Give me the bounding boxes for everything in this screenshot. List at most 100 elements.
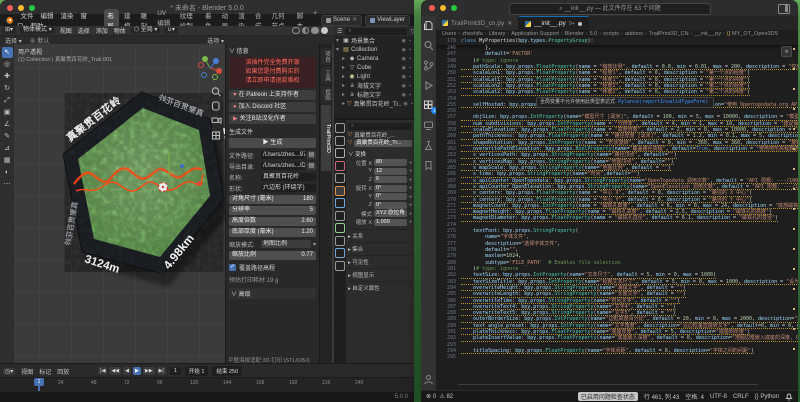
source-control-icon[interactable]: [423, 60, 434, 71]
breadcrumb-item[interactable]: scripts: [603, 31, 619, 37]
folder-icon[interactable]: ▤: [307, 151, 316, 159]
run-debug-icon[interactable]: [423, 80, 434, 91]
breadcrumb-item[interactable]: zheshifu: [462, 31, 483, 37]
tool-icon[interactable]: ↖: [2, 47, 13, 58]
problems-summary[interactable]: ⊗ 0 ⚠ 82: [426, 393, 453, 400]
viewport-menu-物体[interactable]: 物体: [114, 29, 126, 35]
editor-tab[interactable]: __init__.py9+: [519, 16, 589, 30]
timeline-menu-回放[interactable]: 回放: [57, 370, 69, 376]
transform-row[interactable]: Z0°●: [348, 201, 412, 210]
tool-icon[interactable]: ∠: [2, 119, 13, 130]
outliner-row[interactable]: ▸▽真聚贯百花岭_Tr..◉ ▪: [334, 99, 414, 108]
overwrite-elevation-checkbox[interactable]: ✓ 覆盖路径高程: [229, 263, 316, 272]
tool-icon[interactable]: ▦: [2, 155, 13, 166]
menu-文件[interactable]: 文件: [21, 13, 34, 20]
viewport-nav-icons[interactable]: [210, 86, 222, 156]
folder-icon[interactable]: ▤: [307, 162, 316, 170]
eol[interactable]: CRLF: [733, 394, 749, 400]
breadcrumb-item[interactable]: Application Support: [511, 31, 559, 37]
snap-dropdown[interactable]: ∪▾: [164, 27, 177, 34]
transform-row[interactable]: 缩放 X1.000●: [348, 218, 412, 227]
shading-wireframe-icon[interactable]: [292, 27, 300, 35]
current-frame-field[interactable]: 1: [170, 367, 181, 375]
language-mode[interactable]: {} Python: [755, 394, 779, 400]
tool-icon[interactable]: ⊿: [2, 143, 13, 154]
panel-header-视图显示[interactable]: ▸ 视图显示: [348, 268, 412, 279]
playhead[interactable]: 1: [34, 378, 44, 386]
tool-icon[interactable]: ◎: [2, 59, 13, 70]
slider-row[interactable]: 高度倍数2.60: [229, 217, 316, 226]
menu-编辑[interactable]: 编辑: [41, 13, 54, 20]
transport-2[interactable]: ◀: [123, 367, 131, 375]
navigation-gizmo[interactable]: [196, 54, 224, 82]
layout-toggle-icon[interactable]: [778, 4, 790, 14]
properties-tab-icon[interactable]: [335, 261, 345, 271]
transform-row[interactable]: 位置 X80●: [348, 159, 412, 168]
outliner-search-input[interactable]: ⌕: [345, 28, 407, 35]
indentation[interactable]: 空格: 4: [685, 392, 704, 401]
transform-row[interactable]: Y0°●: [348, 193, 412, 202]
frame-end-field[interactable]: 结束 250: [212, 366, 242, 376]
editor-tab[interactable]: TrailPrint3D_cn.py✕: [436, 16, 519, 30]
panel-header-自定义属性[interactable]: ▸ 自定义属性: [348, 281, 412, 292]
transport-4[interactable]: ▶▶: [143, 367, 155, 375]
breadcrumb-item[interactable]: __init__.py: [694, 31, 721, 37]
timeline-editor-icon[interactable]: ◷▾: [3, 368, 15, 375]
viewport-menu-视图[interactable]: 视图: [60, 29, 72, 35]
viewlayer-selector[interactable]: ViewLayer: [365, 15, 410, 26]
properties-breadcrumb[interactable]: ▽真聚贯百花岭_...: [348, 131, 412, 140]
properties-tab-icon[interactable]: [335, 211, 345, 221]
minimize-button[interactable]: [440, 5, 446, 11]
account-icon[interactable]: [423, 374, 434, 385]
outliner-row[interactable]: ▸◉Light◉ ▪: [334, 72, 414, 81]
panel-button[interactable]: ▶关注B站汉化作者: [229, 114, 316, 124]
command-center[interactable]: ⌕ __init__.py — 此文件存在 63 个问题: [509, 3, 711, 15]
transform-panel-header[interactable]: ∨ 变换: [348, 150, 412, 158]
properties-tab-icon[interactable]: [335, 173, 345, 183]
field-value[interactable]: 真聚贯百花岭: [261, 173, 316, 181]
extensions-item[interactable]: 1: [423, 100, 434, 111]
generate-button[interactable]: ▶ 生成: [229, 138, 316, 148]
scale-ratio-slider[interactable]: 缩放比例 0.77: [229, 251, 316, 260]
properties-tab-icon[interactable]: [335, 136, 345, 146]
sidebar-tab-TrailPrint3D[interactable]: TrailPrint3D: [321, 105, 331, 171]
transport-0[interactable]: |◀: [98, 367, 107, 375]
breadcrumb-item[interactable]: TrailPrint3D_CN: [649, 31, 689, 37]
frame-start-field[interactable]: 开始 1: [185, 366, 209, 376]
panel-header-关系[interactable]: ▸ 关系: [348, 229, 412, 240]
bookmarks-icon[interactable]: [423, 160, 434, 171]
breadcrumb[interactable]: Users›zheshifu›Library›Application Suppo…: [436, 30, 798, 38]
properties-tab-icon[interactable]: [335, 248, 345, 258]
close-button[interactable]: [429, 5, 435, 11]
outliner-funnel-icon[interactable]: ▽: [410, 28, 414, 35]
object-name-row[interactable]: ▽真聚贯百花岭_Tr...: [348, 139, 412, 148]
sidebar-tab-工具[interactable]: 工具: [321, 67, 331, 84]
horizontal-scrollbar[interactable]: [458, 384, 758, 385]
properties-tab-icon[interactable]: [335, 223, 345, 233]
outliner-row[interactable]: ▸◆Camera◉ ▪: [334, 54, 414, 63]
scale-mode-row[interactable]: 缩放模式: 地图比例 ▾: [229, 239, 316, 249]
viewport-menu-添加[interactable]: 添加: [96, 29, 108, 35]
editor-type-button[interactable]: ⊞▾: [2, 27, 16, 34]
code-line[interactable]: 178class MyProperties(bpy.types.Property…: [436, 38, 798, 45]
field-value[interactable]: 六边形 (环绕字): [261, 184, 316, 192]
panel-header-可见性[interactable]: ▸ 可见性: [348, 255, 412, 266]
panel-button[interactable]: ♥在 Patreon 上支持作者: [229, 90, 316, 100]
timeline-menu-标记[interactable]: 标记: [39, 370, 51, 376]
sidebar-tab-视图[interactable]: 视图: [321, 86, 331, 103]
shading-material-icon[interactable]: [311, 27, 319, 35]
properties-tab-icon[interactable]: [335, 123, 345, 133]
breadcrumb-item[interactable]: Library: [489, 31, 506, 37]
breadcrumb-item[interactable]: {} MY_OT_Open3DS: [727, 31, 778, 37]
encoding[interactable]: UTF-8: [710, 394, 727, 400]
explorer-icon[interactable]: [423, 20, 434, 31]
breadcrumb-item[interactable]: 5.0: [590, 31, 598, 37]
notifications-bell-icon[interactable]: [785, 392, 793, 401]
scene-selector[interactable]: Scene✕: [321, 15, 362, 26]
search-icon[interactable]: [423, 40, 434, 51]
outliner-row[interactable]: ▸a标题文字◉ ▪: [334, 90, 414, 99]
tool-icon[interactable]: ✎: [2, 131, 13, 142]
tool-icon[interactable]: ✚: [2, 71, 13, 82]
field-value[interactable]: /Users/zhes...97 (1).gpx: [261, 151, 305, 159]
sidebar-tab-项目[interactable]: 项目: [321, 48, 331, 65]
